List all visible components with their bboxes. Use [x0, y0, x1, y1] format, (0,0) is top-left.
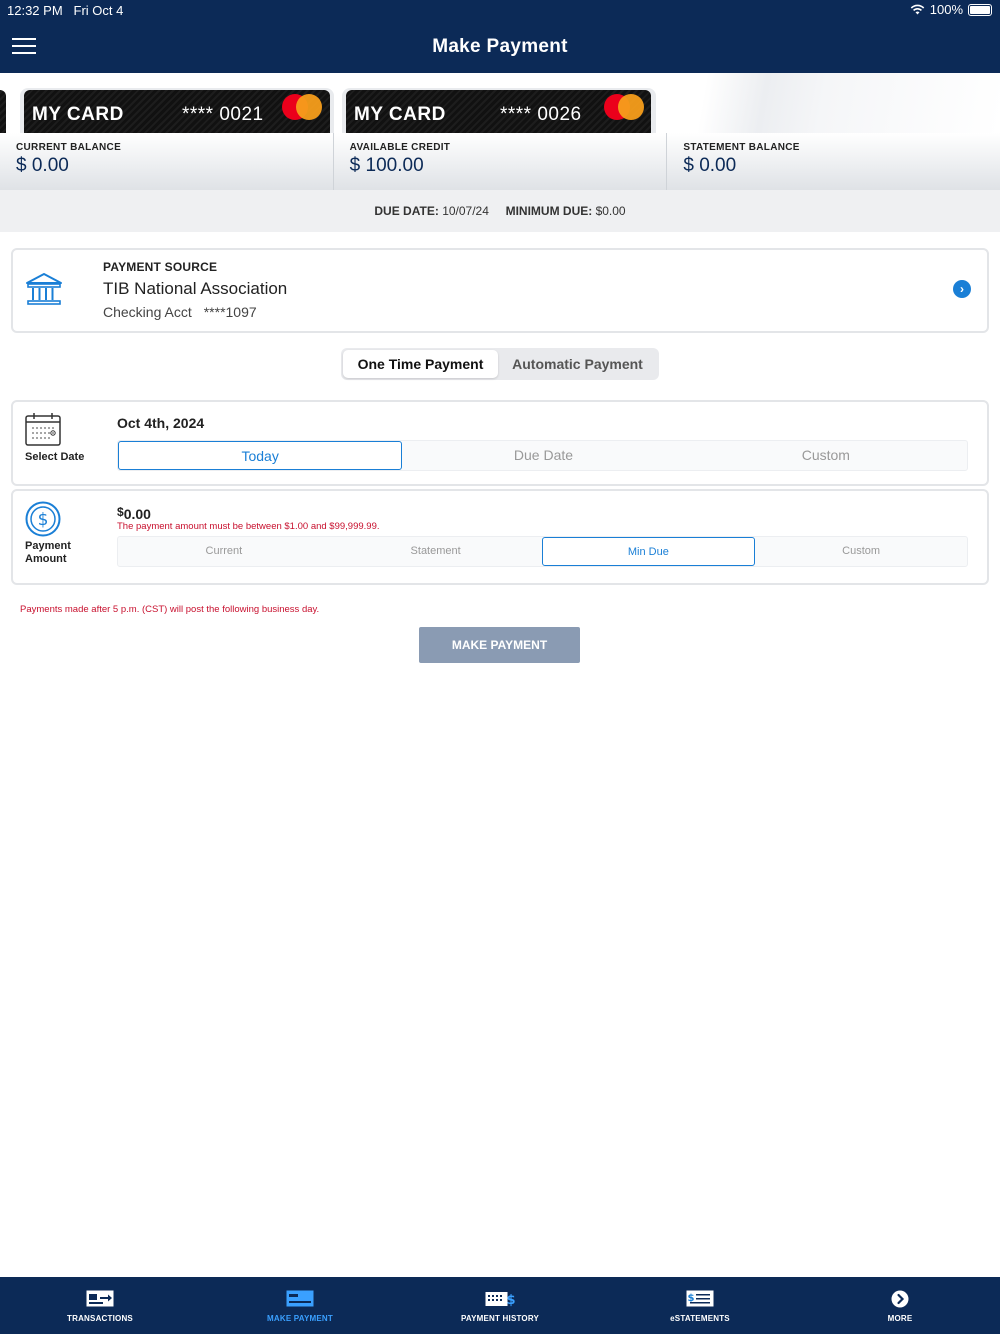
nav-make-payment[interactable]: MAKE PAYMENT — [200, 1277, 400, 1334]
card-0026[interactable]: MY CARD **** 0026 — [346, 90, 651, 133]
status-date: Fri Oct 4 — [73, 3, 124, 18]
amount-options: Current Statement Min Due Custom — [117, 536, 968, 567]
select-date-panel: Select Date Oct 4th, 2024 Today Due Date… — [11, 400, 989, 486]
current-balance: CURRENT BALANCE $ 0.00 — [0, 133, 334, 190]
chevron-right-icon[interactable]: › — [953, 280, 971, 298]
nav-more[interactable]: MORE — [800, 1277, 1000, 1334]
payment-amount-caption-line1: Payment — [25, 540, 71, 552]
transactions-icon — [86, 1290, 114, 1307]
payment-source-card[interactable]: PAYMENT SOURCE TIB National Association … — [11, 248, 989, 333]
amount-option-min-due[interactable]: Min Due — [541, 537, 756, 566]
amount-option-current[interactable]: Current — [118, 537, 330, 566]
wifi-icon — [910, 4, 925, 15]
amount-error-message: The payment amount must be between $1.00… — [117, 521, 380, 532]
nav-estatements[interactable]: $ eSTATEMENTS — [600, 1277, 800, 1334]
nav-label: PAYMENT HISTORY — [460, 1314, 540, 1323]
date-option-due-date[interactable]: Due Date — [402, 441, 684, 470]
bottom-nav: TRANSACTIONS MAKE PAYMENT $ PAYMENT HIST… — [0, 1277, 1000, 1334]
mastercard-icon — [282, 94, 322, 120]
payment-history-icon: $ — [485, 1292, 515, 1307]
more-icon — [891, 1290, 909, 1308]
select-date-caption: Select Date — [25, 451, 85, 463]
card-name: MY CARD — [354, 104, 446, 125]
card-partial[interactable] — [0, 90, 6, 133]
payment-type-tabs: One Time Payment Automatic Payment — [341, 348, 659, 380]
payment-amount-caption-line2: Amount — [25, 553, 67, 565]
payment-amount-input[interactable]: $0.00 — [117, 505, 151, 522]
balance-summary: CURRENT BALANCE $ 0.00 AVAILABLE CREDIT … — [0, 133, 1000, 190]
nav-payment-history[interactable]: $ PAYMENT HISTORY — [400, 1277, 600, 1334]
balance-label: AVAILABLE CREDIT — [349, 142, 451, 153]
mastercard-icon — [604, 94, 644, 120]
calendar-icon — [25, 413, 61, 446]
battery-icon — [968, 3, 992, 16]
account-number: ****1097 — [203, 304, 257, 320]
card-name: MY CARD — [32, 104, 124, 125]
card-number: **** 0021 — [182, 104, 264, 125]
date-options: Today Due Date Custom — [117, 440, 968, 471]
payment-amount-caption: Payment Amount — [25, 540, 71, 566]
svg-text:$: $ — [506, 1293, 515, 1307]
bank-icon — [26, 273, 62, 305]
date-option-custom[interactable]: Custom — [685, 441, 967, 470]
date-option-today[interactable]: Today — [118, 441, 403, 470]
balance-label: STATEMENT BALANCE — [683, 142, 800, 153]
due-date-label: DUE DATE: — [374, 204, 439, 218]
balance-label: CURRENT BALANCE — [16, 142, 122, 153]
due-info-bar: DUE DATE: 10/07/24 MINIMUM DUE: $0.00 — [0, 190, 1000, 232]
balance-value: $ 0.00 — [16, 155, 69, 176]
available-credit: AVAILABLE CREDIT $ 100.00 — [334, 133, 668, 190]
payment-amount-panel: $ Payment Amount $0.00 The payment amoun… — [11, 489, 989, 585]
nav-label: eSTATEMENTS — [670, 1314, 730, 1323]
estatements-icon: $ — [686, 1290, 714, 1307]
minimum-due-value: $0.00 — [595, 204, 626, 218]
tab-automatic-payment[interactable]: Automatic Payment — [498, 350, 657, 378]
amount-value: 0.00 — [123, 506, 151, 522]
payment-source-bank: TIB National Association — [103, 279, 288, 298]
amount-option-custom[interactable]: Custom — [755, 537, 967, 566]
nav-label: MAKE PAYMENT — [267, 1314, 333, 1323]
account-type: Checking Acct — [103, 304, 192, 320]
minimum-due-label: MINIMUM DUE: — [505, 204, 593, 218]
card-number: **** 0026 — [500, 104, 582, 125]
nav-transactions[interactable]: TRANSACTIONS — [0, 1277, 200, 1334]
statement-balance: STATEMENT BALANCE $ 0.00 — [667, 133, 1000, 190]
due-date-value: 10/07/24 — [442, 204, 489, 218]
app-header: 12:32 PM Fri Oct 4 100% Make Payment — [0, 0, 1000, 73]
battery-percent: 100% — [929, 2, 963, 17]
make-payment-button[interactable]: MAKE PAYMENT — [419, 627, 580, 663]
svg-text:$: $ — [38, 510, 49, 530]
status-right: 100% — [910, 2, 992, 17]
balance-value: $ 100.00 — [349, 155, 424, 176]
page-title: Make Payment — [432, 36, 568, 57]
make-payment-icon — [286, 1290, 314, 1307]
currency-symbol: $ — [117, 505, 124, 519]
nav-label: MORE — [887, 1314, 913, 1323]
status-bar: 12:32 PM Fri Oct 4 100% — [0, 0, 1000, 20]
card-carousel[interactable]: MY CARD **** 0021 MY CARD **** 0026 — [0, 73, 1000, 133]
selected-date: Oct 4th, 2024 — [117, 415, 205, 431]
payment-source-label: PAYMENT SOURCE — [103, 260, 218, 274]
payment-source-account: Checking Acct ****1097 — [103, 304, 257, 320]
posting-notice: Payments made after 5 p.m. (CST) will po… — [20, 604, 320, 615]
dollar-icon: $ — [25, 501, 61, 537]
balance-value: $ 0.00 — [683, 155, 737, 176]
card-0021[interactable]: MY CARD **** 0021 — [24, 90, 330, 133]
nav-label: TRANSACTIONS — [67, 1314, 133, 1323]
tab-one-time-payment[interactable]: One Time Payment — [343, 350, 498, 378]
status-time: 12:32 PM Fri Oct 4 — [7, 3, 124, 18]
amount-option-statement[interactable]: Statement — [330, 537, 542, 566]
